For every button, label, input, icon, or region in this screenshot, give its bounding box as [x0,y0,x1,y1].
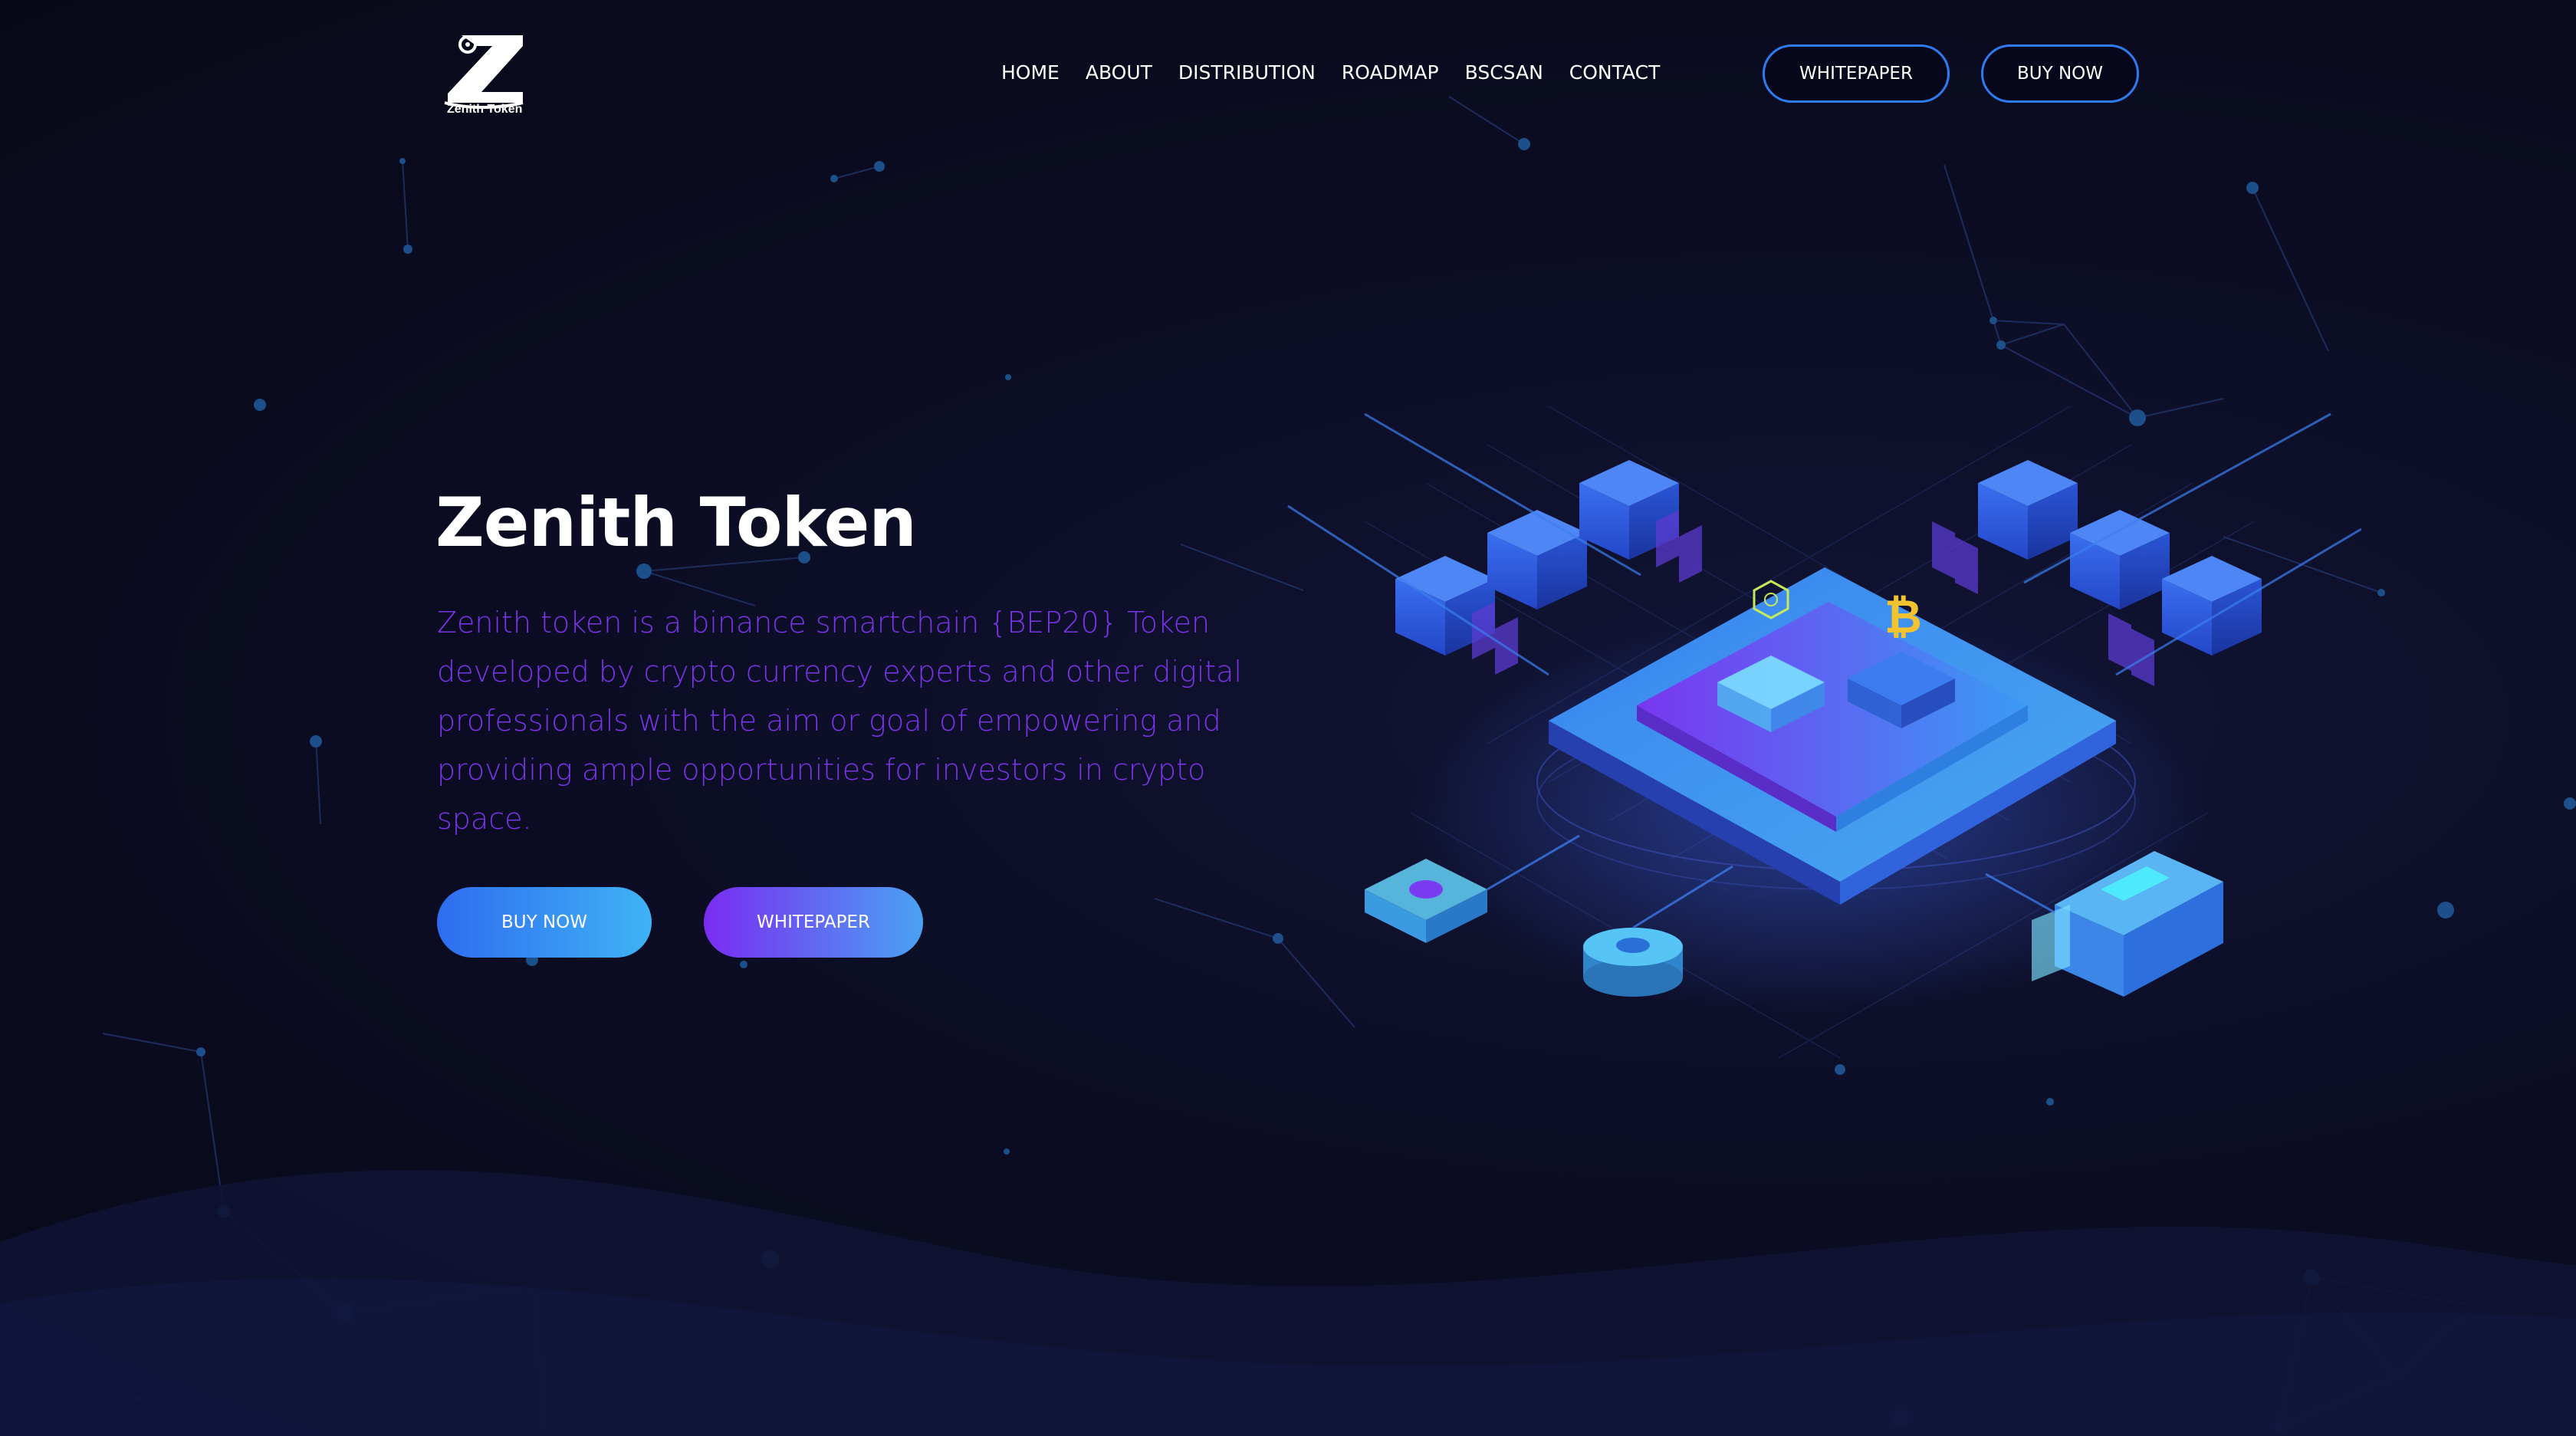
nav-item-about[interactable]: ABOUT [1086,61,1152,84]
hero-description: Zenith token is a binance smartchain {BE… [437,606,1242,836]
nav-item-contact[interactable]: CONTACT [1569,61,1661,84]
blockchain-illustration: ₿ [1287,406,2361,1059]
hero-title: Zenith Token [435,483,917,562]
header-whitepaper-button[interactable]: WHITEPAPER [1763,44,1950,103]
svg-text:₿: ₿ [1884,590,1922,644]
main-nav: HOME ABOUT DISTRIBUTION ROADMAP BSCSAN C… [1001,61,1686,84]
hero-whitepaper-button[interactable]: WHITEPAPER [704,887,923,958]
nav-item-roadmap[interactable]: ROADMAP [1342,61,1439,84]
nav-item-bscsan[interactable]: BSCSAN [1465,61,1543,84]
hero-buy-now-button[interactable]: BUY NOW [437,887,652,958]
nav-item-home[interactable]: HOME [1001,61,1060,84]
nav-item-distribution[interactable]: DISTRIBUTION [1178,61,1316,84]
page: Zenith Token HOME ABOUT DISTRIBUTION ROA… [0,0,2576,1436]
header-buy-now-button[interactable]: BUY NOW [1981,44,2139,103]
logo-text: Zenith Token [447,103,523,116]
